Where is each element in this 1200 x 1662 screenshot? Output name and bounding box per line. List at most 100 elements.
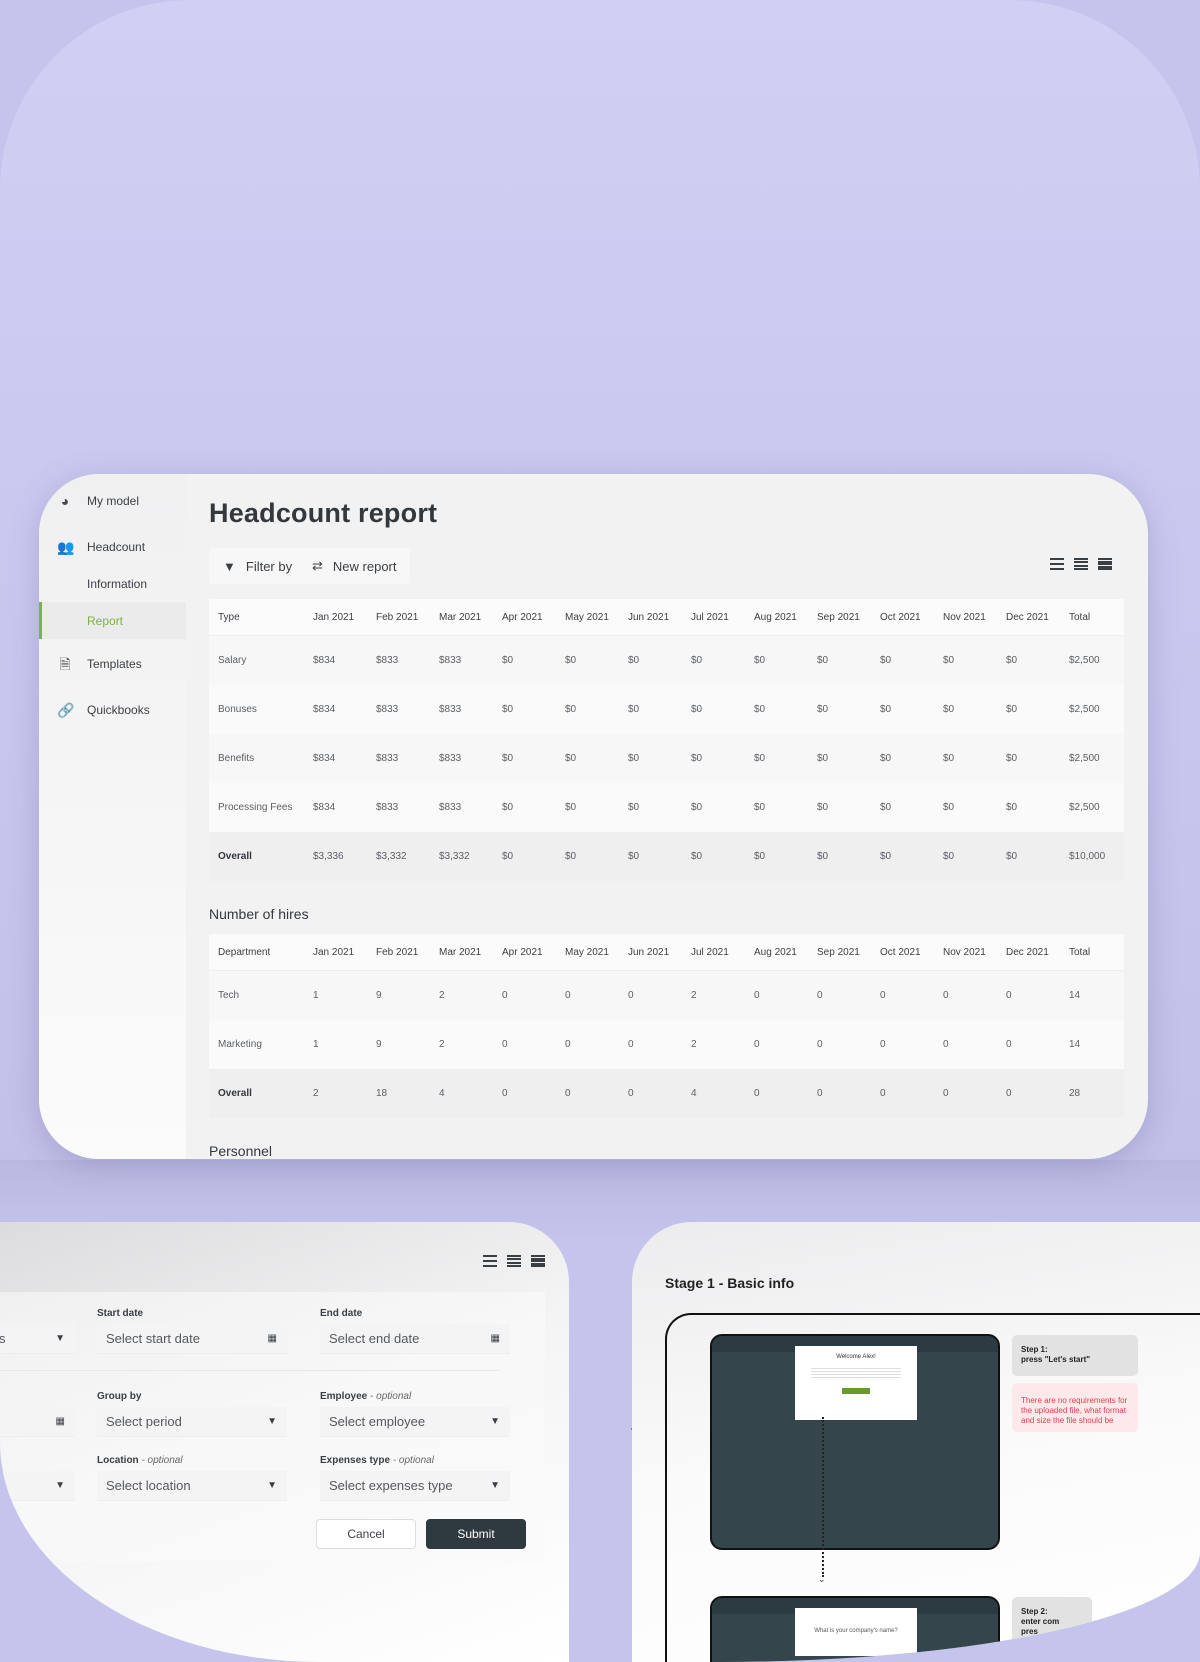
sidebar-item-templates[interactable]: 🗎 Templates <box>39 645 186 682</box>
table-cell: $0 <box>817 802 829 813</box>
table-cell: $0 <box>502 655 514 666</box>
group-by-select[interactable]: Select period ▼ <box>97 1407 287 1437</box>
partial-select[interactable]: s ▼ <box>0 1324 75 1354</box>
table-cell: $0 <box>817 753 829 764</box>
company-name-modal: What is your company's name? <box>795 1608 917 1656</box>
table-cell: 0 <box>1006 1039 1012 1050</box>
table-row: Benefits $834 $833 $833 $0 $0 $0 $0 $0 $0 $0 $0 $0 $2… <box>209 734 1124 783</box>
table-cell: 0 <box>565 1039 571 1050</box>
table-cell: 0 <box>880 990 886 1001</box>
column-header: Type <box>218 611 240 623</box>
caret-down-icon: ▼ <box>490 1480 500 1491</box>
dense-view-icon[interactable] <box>531 1255 545 1267</box>
table-cell: 18 <box>376 1088 388 1099</box>
table-cell: $0 <box>880 655 892 666</box>
employee-select[interactable]: Select employee ▼ <box>320 1407 510 1437</box>
sidebar-item-information[interactable]: Information <box>39 565 186 602</box>
table-cell: 0 <box>880 1039 886 1050</box>
partial-select-2[interactable]: ▼ <box>0 1471 75 1501</box>
caret-down-icon: ▼ <box>55 1333 65 1344</box>
column-header: Nov 2021 <box>943 946 986 958</box>
caret-down-icon: ▼ <box>490 1416 500 1427</box>
column-header: Jan 2021 <box>313 611 355 623</box>
table-cell: 0 <box>502 1039 508 1050</box>
total-cell: $2,500 <box>1069 753 1100 764</box>
pie-chart-icon: ◕ <box>60 492 70 509</box>
cancel-button[interactable]: Cancel <box>316 1519 416 1549</box>
document-icon: 🗎 <box>59 655 71 672</box>
new-report-button[interactable]: ⇄ New report <box>298 548 411 584</box>
column-header: Total <box>1069 611 1091 623</box>
table-cell: $3,332 <box>439 851 470 862</box>
users-icon: 👥 <box>57 538 75 555</box>
sidebar-item-report[interactable]: Report <box>39 602 186 639</box>
location-label: Location - optional <box>97 1455 183 1466</box>
table-cell: $0 <box>691 655 703 666</box>
sidebar-item-my-model[interactable]: ◕ My model <box>39 482 186 519</box>
table-cell: $834 <box>313 704 336 715</box>
expenses-type-select[interactable]: Select expenses type ▼ <box>320 1471 510 1501</box>
table-cell: $0 <box>628 655 640 666</box>
end-date-input[interactable]: Select end date ▦ <box>320 1324 510 1354</box>
sidebar: ◕ My model 👥 Headcount Information Report … <box>39 474 186 1159</box>
column-header: Jan 2021 <box>313 946 355 958</box>
total-cell: 14 <box>1069 1039 1081 1050</box>
column-header: Sep 2021 <box>817 946 860 958</box>
step-1-note: Step 1: press "Let's start" <box>1012 1335 1138 1376</box>
table-cell: $0 <box>817 704 829 715</box>
caret-down-icon: ▼ <box>267 1480 277 1491</box>
personnel-title: Personnel <box>209 1143 273 1159</box>
column-header: Nov 2021 <box>943 611 986 623</box>
filter-icon: ▼ <box>223 558 236 574</box>
column-header: Feb 2021 <box>376 946 419 958</box>
sidebar-item-headcount[interactable]: 👥 Headcount <box>39 528 186 565</box>
lets-start-button <box>842 1388 870 1394</box>
location-select[interactable]: Select location ▼ <box>97 1471 287 1501</box>
column-header: Mar 2021 <box>439 946 482 958</box>
start-date-input[interactable]: Select start date ▦ <box>97 1324 287 1354</box>
filter-button[interactable]: ▼ Filter by <box>209 548 307 584</box>
main-content: Headcount report ▼ Filter by ⇄ New report … <box>186 474 1148 1159</box>
table-cell: $833 <box>376 704 399 715</box>
column-header: Oct 2021 <box>880 611 921 623</box>
table-cell: $0 <box>628 753 640 764</box>
table-cell: $0 <box>754 753 766 764</box>
row-label: Salary <box>218 655 247 666</box>
dense-view-icon[interactable] <box>1098 558 1112 570</box>
calendar-icon: ▦ <box>55 1416 65 1427</box>
table-cell: $833 <box>376 753 399 764</box>
table-cell: 0 <box>754 1088 760 1099</box>
column-header: Mar 2021 <box>439 611 482 623</box>
table-cell: $833 <box>439 753 462 764</box>
table-header: Type Jan 2021 Feb 2021 Mar 2021 Apr 2021 May … <box>209 599 1124 636</box>
table-cell: $0 <box>880 753 892 764</box>
submit-button[interactable]: Submit <box>426 1519 526 1549</box>
row-label: Tech <box>218 990 240 1001</box>
partial-date-input[interactable]: ▦ <box>0 1407 75 1437</box>
row-label: Marketing <box>218 1039 262 1050</box>
compact-view-icon[interactable] <box>1074 558 1088 570</box>
column-header: Feb 2021 <box>376 611 419 623</box>
table-cell: $0 <box>502 851 514 862</box>
table-cell: $0 <box>880 851 892 862</box>
row-label: Bonuses <box>218 704 257 715</box>
table-cell: $0 <box>628 704 640 715</box>
table-row: Bonuses $834 $833 $833 $0 $0 $0 $0 $0 $0 $0 $0 $0 $2,… <box>209 685 1124 734</box>
table-cell: $3,336 <box>313 851 344 862</box>
table-cell: $0 <box>628 802 640 813</box>
table-cell: $0 <box>754 704 766 715</box>
list-view-icon[interactable] <box>483 1255 497 1267</box>
total-cell: 14 <box>1069 990 1081 1001</box>
table-cell: 0 <box>565 990 571 1001</box>
sidebar-item-quickbooks[interactable]: 🔗 Quickbooks <box>39 691 186 728</box>
compact-view-icon[interactable] <box>507 1255 521 1267</box>
table-cell: 0 <box>943 1088 949 1099</box>
table-cell: 0 <box>565 1088 571 1099</box>
table-cell: 0 <box>943 1039 949 1050</box>
screen-mockup-1: Welcome Alex! <box>710 1334 1000 1550</box>
caret-down-icon: ▼ <box>267 1416 277 1427</box>
total-cell: 28 <box>1069 1088 1081 1099</box>
start-date-label: Start date <box>97 1308 144 1319</box>
column-header: Aug 2021 <box>754 946 797 958</box>
list-view-icon[interactable] <box>1050 558 1064 570</box>
